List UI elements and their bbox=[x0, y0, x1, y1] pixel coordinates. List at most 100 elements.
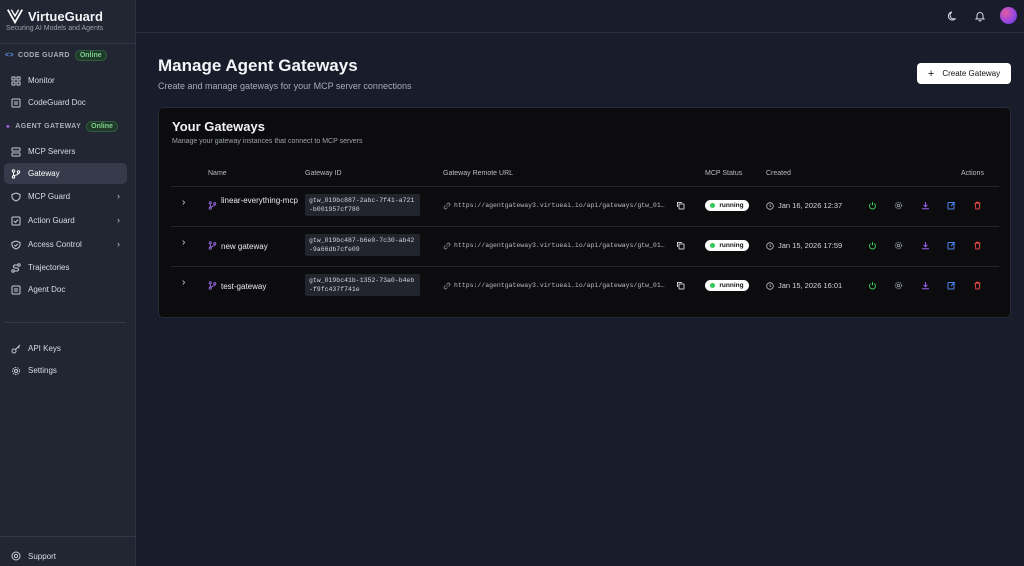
agent-icon: ✦ bbox=[5, 123, 12, 131]
square-check-icon bbox=[11, 216, 21, 226]
link-icon bbox=[443, 242, 451, 250]
gear-icon[interactable] bbox=[894, 241, 903, 250]
chevron-right-icon: › bbox=[117, 215, 120, 225]
sidebar-item-label: Support bbox=[28, 551, 57, 561]
avatar[interactable] bbox=[1000, 7, 1017, 24]
column-header-actions: Actions bbox=[961, 170, 984, 177]
column-header-gateway-id: Gateway ID bbox=[305, 170, 342, 177]
card-title: Your Gateways bbox=[172, 119, 265, 134]
brand-name: VirtueGuard bbox=[28, 8, 103, 24]
agent-gateway-status-badge: Online bbox=[86, 121, 118, 132]
gateway-name: linear-everything-mcp bbox=[221, 196, 298, 205]
table-row: › test-gateway gtw_019bc41b-1352-73a0-b4… bbox=[159, 266, 1012, 306]
page-title: Manage Agent Gateways bbox=[158, 56, 358, 75]
mcp-status-badge: running bbox=[705, 200, 749, 211]
server-icon bbox=[11, 147, 21, 157]
clock-icon bbox=[766, 242, 774, 250]
gear-icon bbox=[11, 366, 21, 376]
sidebar-item-access-control[interactable]: Access Control › bbox=[4, 234, 127, 255]
sidebar-item-label: CodeGuard Doc bbox=[28, 98, 86, 107]
document-icon bbox=[11, 98, 21, 108]
column-header-name: Name bbox=[208, 170, 227, 177]
gateway-remote-url: https://agentgateway3.virtueai.io/api/ga… bbox=[454, 202, 668, 209]
delete-icon[interactable] bbox=[973, 241, 982, 250]
virtueguard-logo-icon bbox=[7, 9, 23, 25]
table-row: › linear-everything-mcp gtw_019bc887-2ab… bbox=[159, 186, 1012, 226]
sidebar-item-label: Access Control bbox=[28, 240, 82, 249]
code-icon: <> bbox=[5, 52, 14, 59]
status-dot bbox=[710, 283, 716, 288]
status-text: running bbox=[719, 202, 744, 209]
sidebar-item-mcp-guard[interactable]: MCP Guard › bbox=[4, 186, 127, 207]
sidebar-item-settings[interactable]: Settings bbox=[4, 360, 127, 381]
sidebar-item-label: MCP Guard bbox=[28, 192, 71, 201]
copy-icon[interactable] bbox=[676, 241, 685, 250]
power-icon[interactable] bbox=[868, 241, 877, 250]
gear-icon[interactable] bbox=[894, 201, 903, 210]
sidebar-item-mcp-servers[interactable]: MCP Servers bbox=[4, 141, 127, 162]
create-gateway-button[interactable]: + Create Gateway bbox=[917, 63, 1011, 84]
sidebar-item-label: Settings bbox=[28, 366, 57, 375]
expand-chevron-icon[interactable]: › bbox=[182, 197, 185, 208]
download-icon[interactable] bbox=[921, 241, 930, 250]
status-text: running bbox=[719, 242, 744, 249]
delete-icon[interactable] bbox=[973, 281, 982, 290]
gateway-id-code: gtw_019bc41b-1352-73a0-b4eb-f9fc437f741e bbox=[305, 274, 420, 296]
section-agent-gateway: ✦ AGENT GATEWAY Online bbox=[5, 121, 118, 132]
edit-icon[interactable] bbox=[947, 201, 956, 210]
column-header-mcp-status: MCP Status bbox=[705, 170, 743, 177]
section-agent-gateway-label: AGENT GATEWAY bbox=[15, 123, 82, 130]
copy-icon[interactable] bbox=[676, 201, 685, 210]
moon-icon[interactable] bbox=[947, 10, 959, 22]
branch-icon bbox=[11, 168, 21, 179]
created-timestamp: Jan 15, 2026 16:01 bbox=[778, 281, 843, 290]
copy-icon[interactable] bbox=[676, 281, 685, 290]
gear-icon[interactable] bbox=[894, 281, 903, 290]
gateway-name: new gateway bbox=[221, 242, 268, 251]
edit-icon[interactable] bbox=[947, 281, 956, 290]
create-gateway-label: Create Gateway bbox=[942, 69, 1001, 78]
sidebar-item-label: Agent Doc bbox=[28, 285, 66, 294]
sidebar-item-label: Gateway bbox=[28, 169, 60, 178]
download-icon[interactable] bbox=[921, 201, 930, 210]
bell-icon[interactable] bbox=[974, 10, 986, 22]
sidebar-item-action-guard[interactable]: Action Guard › bbox=[4, 210, 127, 231]
code-guard-status-badge: Online bbox=[74, 50, 107, 61]
sidebar-item-gateway[interactable]: Gateway bbox=[4, 163, 127, 184]
brand[interactable]: VirtueGuard bbox=[6, 7, 103, 25]
route-icon bbox=[11, 262, 21, 273]
sidebar-item-monitor[interactable]: Monitor bbox=[4, 70, 127, 91]
key-icon bbox=[11, 344, 21, 354]
gateway-remote-url: https://agentgateway3.virtueai.io/api/ga… bbox=[454, 282, 668, 289]
sidebar-divider bbox=[4, 322, 126, 323]
sidebar-item-trajectories[interactable]: Trajectories bbox=[4, 257, 127, 278]
shield-check-icon bbox=[11, 239, 21, 250]
gateways-card: Your Gateways Manage your gateway instan… bbox=[158, 107, 1011, 318]
sidebar-divider bbox=[0, 43, 136, 44]
download-icon[interactable] bbox=[921, 281, 930, 290]
branch-icon bbox=[208, 201, 217, 210]
column-header-created: Created bbox=[766, 170, 791, 177]
edit-icon[interactable] bbox=[947, 241, 956, 250]
expand-chevron-icon[interactable]: › bbox=[182, 277, 185, 288]
table-row: › new gateway gtw_019bc487-b6e0-7c30-ab4… bbox=[159, 226, 1012, 266]
delete-icon[interactable] bbox=[973, 201, 982, 210]
section-code-guard-label: CODE GUARD bbox=[17, 52, 70, 59]
power-icon[interactable] bbox=[868, 281, 877, 290]
power-icon[interactable] bbox=[868, 201, 877, 210]
sidebar-item-support[interactable]: Support bbox=[4, 548, 127, 564]
clock-icon bbox=[766, 282, 774, 290]
link-icon bbox=[443, 202, 451, 210]
column-header-remote-url: Gateway Remote URL bbox=[443, 170, 514, 177]
page-subtitle: Create and manage gateways for your MCP … bbox=[158, 81, 412, 91]
chevron-right-icon: › bbox=[117, 239, 120, 249]
sidebar-item-label: MCP Servers bbox=[28, 147, 76, 156]
sidebar-item-agent-doc[interactable]: Agent Doc bbox=[4, 279, 127, 300]
sidebar-item-api-keys[interactable]: API Keys bbox=[4, 338, 127, 359]
gateway-remote-url: https://agentgateway3.virtueai.io/api/ga… bbox=[454, 242, 668, 249]
sidebar-item-label: API Keys bbox=[28, 344, 61, 353]
sidebar-item-codeguard-doc[interactable]: CodeGuard Doc bbox=[4, 92, 127, 113]
mcp-status-badge: running bbox=[705, 240, 749, 251]
card-subtitle: Manage your gateway instances that conne… bbox=[172, 138, 363, 145]
expand-chevron-icon[interactable]: › bbox=[182, 237, 185, 248]
